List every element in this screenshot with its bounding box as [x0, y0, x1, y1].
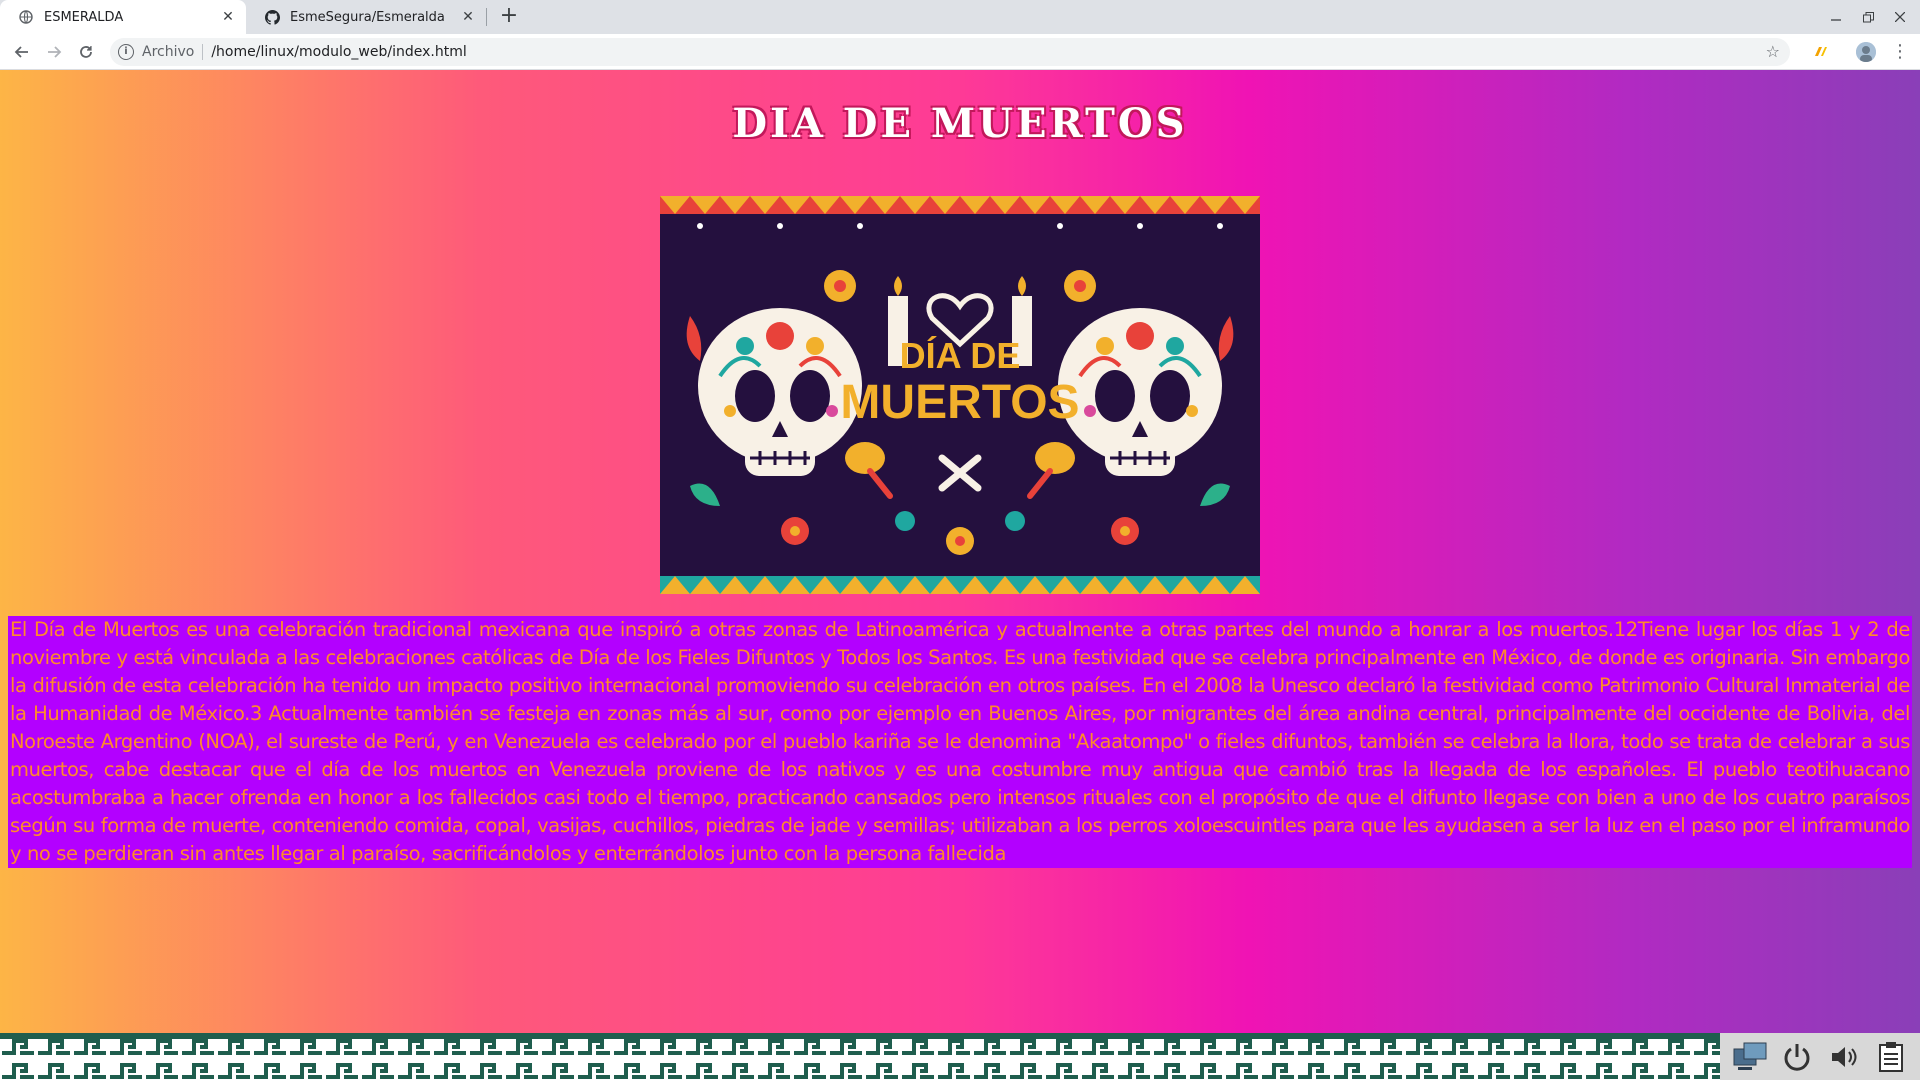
clipboard-icon[interactable]	[1871, 1037, 1911, 1077]
dia-de-muertos-poster: DÍA DE MUERTOS	[660, 196, 1260, 594]
tab-strip: ESMERALDA ✕ EsmeSegura/Esmeralda ✕ +	[0, 0, 1920, 34]
address-bar[interactable]: i Archivo /home/linux/modulo_web/index.h…	[110, 38, 1790, 66]
poster-border-bottom	[660, 576, 1260, 594]
tab-title: EsmeSegura/Esmeralda	[290, 9, 445, 25]
web-page: DIA DE MUERTOS DÍA DE MUERTOS El Día de …	[0, 70, 1920, 1033]
github-icon	[264, 9, 280, 25]
forward-icon[interactable]	[42, 40, 66, 64]
tab-close-icon[interactable]: ✕	[460, 9, 476, 25]
bookmark-star-icon[interactable]: ☆	[1766, 42, 1780, 61]
tab-separator	[486, 8, 487, 26]
poster-text-line2: MUERTOS	[840, 376, 1079, 429]
tab-esmeralda[interactable]: ESMERALDA ✕	[0, 0, 246, 34]
back-icon[interactable]	[10, 40, 34, 64]
network-icon[interactable]	[1730, 1037, 1770, 1077]
restore-icon[interactable]	[1852, 0, 1884, 34]
url-text[interactable]: /home/linux/modulo_web/index.html	[211, 44, 466, 60]
taskbar	[0, 1033, 1920, 1080]
poster-text-line1: DÍA DE	[900, 335, 1021, 376]
system-tray	[1720, 1033, 1920, 1080]
close-window-icon[interactable]	[1884, 0, 1916, 34]
extension-icon[interactable]	[1810, 42, 1830, 62]
tab-close-icon[interactable]: ✕	[220, 9, 236, 25]
omnibox-separator	[202, 44, 204, 60]
tab-title: ESMERALDA	[44, 9, 124, 25]
crossed-bones	[938, 454, 982, 492]
profile-avatar[interactable]	[1856, 42, 1876, 62]
right-skull	[1058, 308, 1222, 476]
menu-icon[interactable]: ⋮	[1888, 40, 1912, 64]
info-icon[interactable]: i	[118, 44, 134, 60]
page-title: DIA DE MUERTOS	[732, 100, 1188, 147]
globe-icon	[18, 9, 34, 25]
minimize-icon[interactable]	[1820, 0, 1852, 34]
scheme-label: Archivo	[142, 44, 195, 60]
article-paragraph: El Día de Muertos es una celebración tra…	[8, 616, 1912, 868]
left-skull	[698, 308, 862, 476]
new-tab-button[interactable]: +	[496, 4, 522, 30]
aztec-pattern-strip	[0, 1033, 1720, 1080]
power-icon[interactable]	[1777, 1037, 1817, 1077]
volume-icon[interactable]	[1824, 1037, 1864, 1077]
reload-icon[interactable]	[74, 40, 98, 64]
tab-github[interactable]: EsmeSegura/Esmeralda ✕	[246, 0, 486, 34]
poster-border-top	[660, 196, 1260, 214]
browser-toolbar: i Archivo /home/linux/modulo_web/index.h…	[0, 34, 1920, 70]
